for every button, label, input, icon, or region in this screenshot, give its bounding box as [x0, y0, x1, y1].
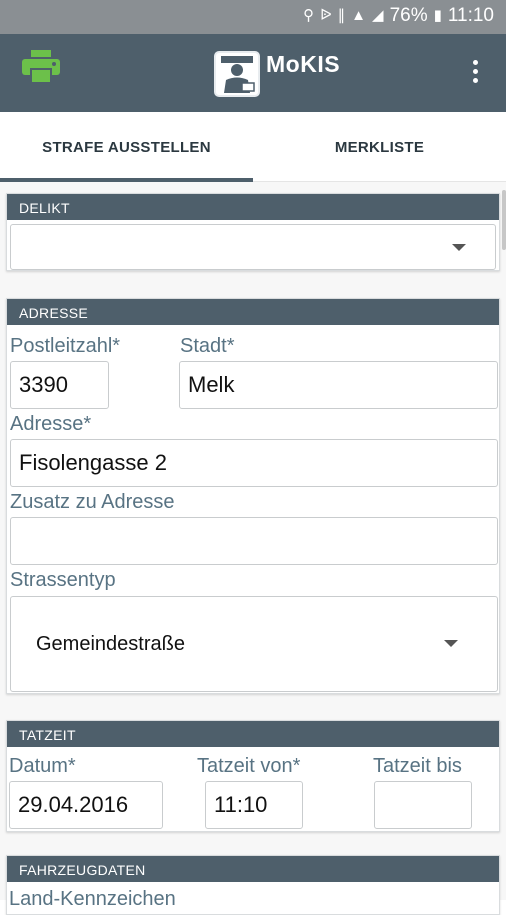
tatzeit-von-label: Tatzeit von* — [197, 755, 301, 777]
app-title: MoKIS — [266, 51, 341, 77]
fahrzeugdaten-header: FAHRZEUGDATEN — [7, 856, 499, 882]
scrollbar[interactable] — [502, 190, 506, 250]
datum-label: Datum* — [9, 755, 76, 777]
fahrzeugdaten-card: FAHRZEUGDATEN Land-Kennzeichen — [6, 855, 500, 915]
battery-percent: 76% — [389, 5, 428, 26]
tab-merkliste[interactable]: MERKLISTE — [253, 112, 506, 182]
tatzeit-bis-label: Tatzeit bis — [373, 755, 462, 777]
tab-bar: STRAFE AUSSTELLEN MERKLISTE — [0, 112, 506, 182]
datum-input[interactable]: 29.04.2016 — [9, 781, 163, 829]
zusatz-input[interactable] — [10, 517, 498, 565]
adresse-label: Adresse* — [10, 413, 92, 435]
vibrate-icon: ∥ — [337, 7, 346, 24]
battery-icon: ▮ — [433, 7, 442, 24]
tatzeit-bis-input[interactable] — [374, 781, 472, 829]
bluetooth-icon: ᐉ — [320, 7, 332, 24]
adresse-header: ADRESSE — [7, 299, 499, 325]
app-logo — [214, 51, 260, 97]
postleitzahl-input[interactable]: 3390 — [10, 361, 109, 409]
delikt-card: DELIKT — [6, 193, 500, 271]
adresse-input[interactable]: Fisolengasse 2 — [10, 439, 498, 487]
adresse-card: ADRESSE Postleitzahl* Stadt* 3390 Melk A… — [6, 298, 500, 694]
delikt-select[interactable] — [10, 224, 496, 270]
zusatz-label: Zusatz zu Adresse — [10, 491, 175, 513]
strassentyp-label: Strassentyp — [10, 569, 116, 591]
tab-strafe-ausstellen[interactable]: STRAFE AUSSTELLEN — [0, 112, 253, 182]
app-bar: MoKIS — [0, 34, 506, 112]
tatzeit-header: TATZEIT — [7, 721, 499, 747]
strassentyp-select[interactable]: Gemeindestraße — [10, 596, 498, 692]
postleitzahl-label: Postleitzahl* — [10, 335, 121, 357]
chevron-down-icon — [444, 640, 458, 647]
stadt-label: Stadt* — [180, 335, 235, 357]
overflow-menu-icon[interactable] — [466, 60, 484, 90]
location-icon: ⚲ — [303, 7, 315, 24]
clock: 11:10 — [447, 5, 494, 26]
wifi-icon: ▲ — [351, 7, 367, 24]
status-bar: ⚲ ᐉ ∥ ▲ ◢ 76% ▮ 11:10 — [0, 0, 506, 34]
chevron-down-icon — [452, 244, 466, 251]
tatzeit-von-input[interactable]: 11:10 — [205, 781, 303, 829]
status-icons: ⚲ ᐉ ∥ ▲ ◢ 76% ▮ 11:10 — [303, 5, 494, 27]
signal-icon: ◢ — [372, 7, 384, 24]
tatzeit-card: TATZEIT Datum* Tatzeit von* Tatzeit bis … — [6, 720, 500, 832]
delikt-header: DELIKT — [7, 194, 499, 220]
stadt-input[interactable]: Melk — [179, 361, 498, 409]
print-icon[interactable] — [22, 50, 60, 84]
